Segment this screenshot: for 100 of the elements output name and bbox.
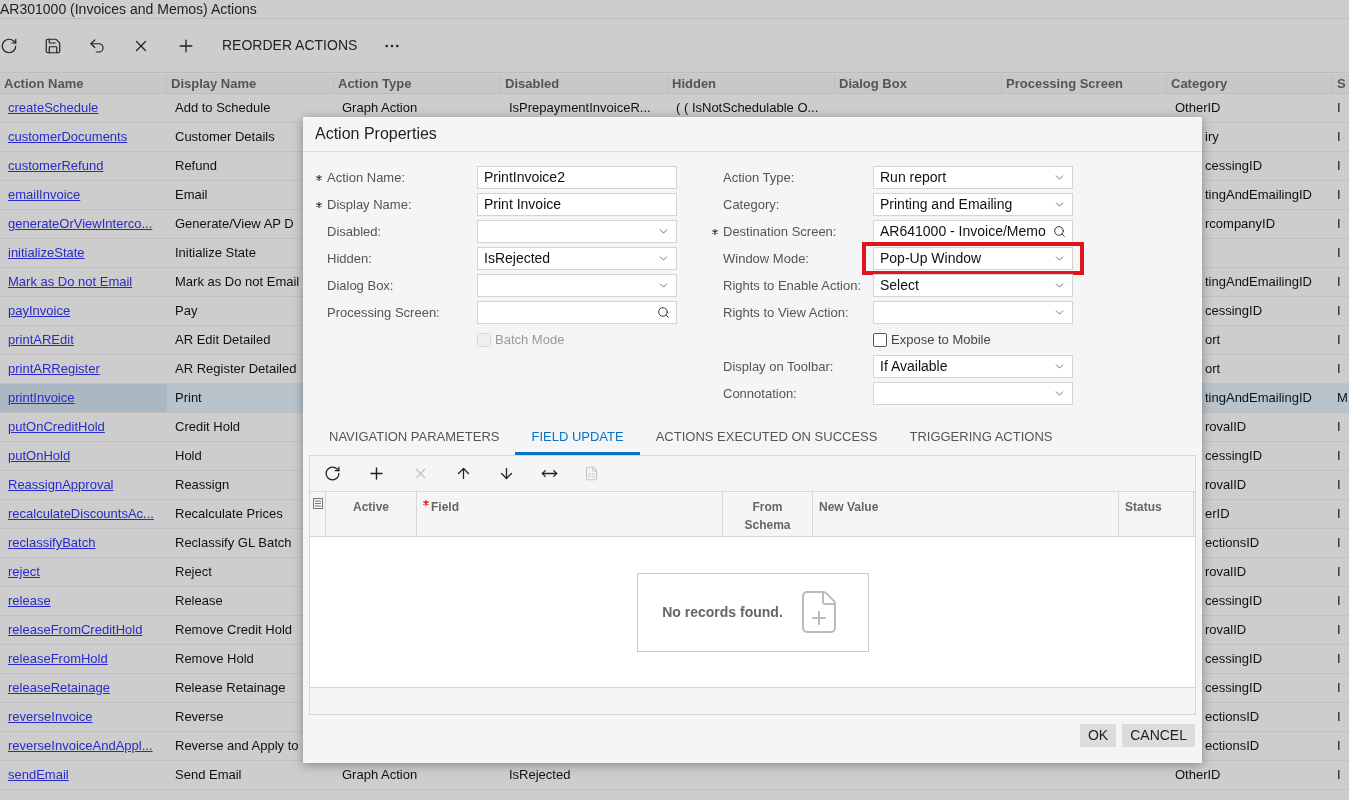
search-icon [657,306,670,319]
table-cell-text: cessingID [1205,157,1263,176]
table-cell-text: I [1337,244,1341,263]
plus-icon[interactable] [367,464,386,483]
column-header[interactable]: Category [1171,74,1228,93]
column-header[interactable]: Action Type [338,74,412,93]
input-field[interactable]: Print Invoice [477,193,677,216]
action-link[interactable]: customerRefund [8,156,104,176]
column-header[interactable]: Disabled [505,74,560,93]
table-cell-text: I [1337,708,1341,727]
action-link[interactable]: recalculateDiscountsAc... [8,504,154,524]
empty-message: No records found. [662,602,783,622]
table-cell-text: Refund [175,157,217,176]
column-header[interactable]: S [1337,74,1346,93]
table-cell-text: tingAndEmailingID [1205,389,1312,408]
dropdown-field[interactable] [873,301,1073,324]
checkbox-label: Batch Mode [495,330,565,349]
table-cell-text: erID [1205,505,1230,524]
table-cell-text: ectionsID [1205,534,1260,553]
dropdown-field[interactable]: If Available [873,355,1073,378]
dropdown-field[interactable] [477,274,677,297]
checkbox-label: Expose to Mobile [891,330,991,349]
table-cell-text: I [1337,186,1341,205]
action-link[interactable]: release [8,591,51,611]
column-header[interactable]: Action Name [4,74,84,93]
column-header[interactable]: Status [1125,498,1162,536]
action-link[interactable]: reclassifyBatch [8,533,96,553]
action-link[interactable]: createSchedule [8,98,99,118]
refresh-icon[interactable] [0,36,18,55]
table-cell-text: rovalID [1205,418,1247,437]
table-cell-text: IsPrepaymentInvoiceR... [509,99,651,118]
action-link[interactable]: initializeState [8,243,85,263]
table-cell-text: Reclassify GL Batch [175,534,292,553]
table-cell-text: Release [175,592,223,611]
table-cell-text: Initialize State [175,244,256,263]
table-cell-text: ( ( IsNotSchedulable O... [676,99,819,118]
undo-icon[interactable] [88,36,106,55]
tab[interactable]: FIELD UPDATE [515,421,640,455]
column-header[interactable]: Hidden [672,74,717,93]
field-label: Window Mode: [723,249,809,268]
action-link[interactable]: reverseInvoiceAndAppl... [8,736,153,756]
tab[interactable]: NAVIGATION PARAMETERS [313,421,516,455]
field-label: Display on Toolbar: [723,357,834,376]
table-cell-text: I [1337,215,1341,234]
action-link[interactable]: printARRegister [8,359,100,379]
action-link[interactable]: ReassignApproval [8,475,114,495]
field-label: Display Name: [327,195,412,214]
column-chooser-icon[interactable] [312,498,323,509]
table-cell-text: ectionsID [1205,708,1260,727]
column-header[interactable]: From Schema [737,498,798,536]
column-header[interactable]: Display Name [171,74,257,93]
arrow-down-icon[interactable] [498,465,515,482]
dropdown-field[interactable]: Printing and Emailing [873,193,1073,216]
cancel-button[interactable]: CANCEL [1122,724,1195,747]
column-header[interactable]: Processing Screen [1006,74,1124,93]
table-cell-text: I [1337,621,1341,640]
table-cell-text: ort [1205,331,1221,350]
action-link[interactable]: printAREdit [8,330,74,350]
table-cell-text: M [1337,389,1348,408]
table-cell-text: I [1337,534,1341,553]
save-icon[interactable] [44,36,62,55]
reorder-actions-button[interactable]: REORDER ACTIONS [222,35,358,56]
lookup-field[interactable] [477,301,677,324]
action-link[interactable]: releaseFromCreditHold [8,620,143,640]
action-link[interactable]: releaseRetainage [8,678,110,698]
column-header[interactable]: Field [431,498,459,536]
action-link[interactable]: putOnCreditHold [8,417,105,437]
action-link[interactable]: generateOrViewInterco... [8,214,153,234]
table-cell-text: cessingID [1205,650,1263,669]
column-header[interactable]: New Value [819,498,879,536]
column-header[interactable]: Active [353,498,389,536]
table-cell-text: Mark as Do not Email [175,273,300,292]
action-link[interactable]: releaseFromHold [8,649,108,669]
dropdown-field[interactable] [873,382,1073,405]
dropdown-field[interactable]: Pop-Up Window [873,247,1073,270]
table-cell-text: cessingID [1205,592,1263,611]
table-cell-text: ectionsID [1205,737,1260,756]
refresh-icon[interactable] [324,465,341,482]
dropdown-field[interactable]: IsRejected [477,247,677,270]
lookup-field[interactable]: AR641000 - Invoice/Memo [873,220,1073,243]
action-link[interactable]: payInvoice [8,301,71,321]
input-field[interactable]: PrintInvoice2 [477,166,677,189]
dropdown-field[interactable]: Run report [873,166,1073,189]
action-link[interactable]: emailInvoice [8,185,81,205]
ok-button[interactable]: OK [1079,724,1117,747]
action-link[interactable]: sendEmail [8,765,69,785]
checkbox[interactable] [873,332,887,347]
action-link[interactable]: Mark as Do not Email [8,272,133,292]
table-cell-text: Email [175,186,208,205]
dropdown-field[interactable]: Select [873,274,1073,297]
action-link[interactable]: putOnHold [8,446,71,466]
action-link[interactable]: reject [8,562,40,582]
table-cell-text: I [1337,128,1341,147]
action-link[interactable]: customerDocuments [8,127,128,147]
action-link[interactable]: reverseInvoice [8,707,93,727]
tab[interactable]: TRIGGERING ACTIONS [893,421,1069,455]
table-cell-text: IsRejected [509,766,571,785]
dropdown-field[interactable] [477,220,677,243]
column-header[interactable]: Dialog Box [839,74,907,93]
tab[interactable]: ACTIONS EXECUTED ON SUCCESS [639,421,894,455]
